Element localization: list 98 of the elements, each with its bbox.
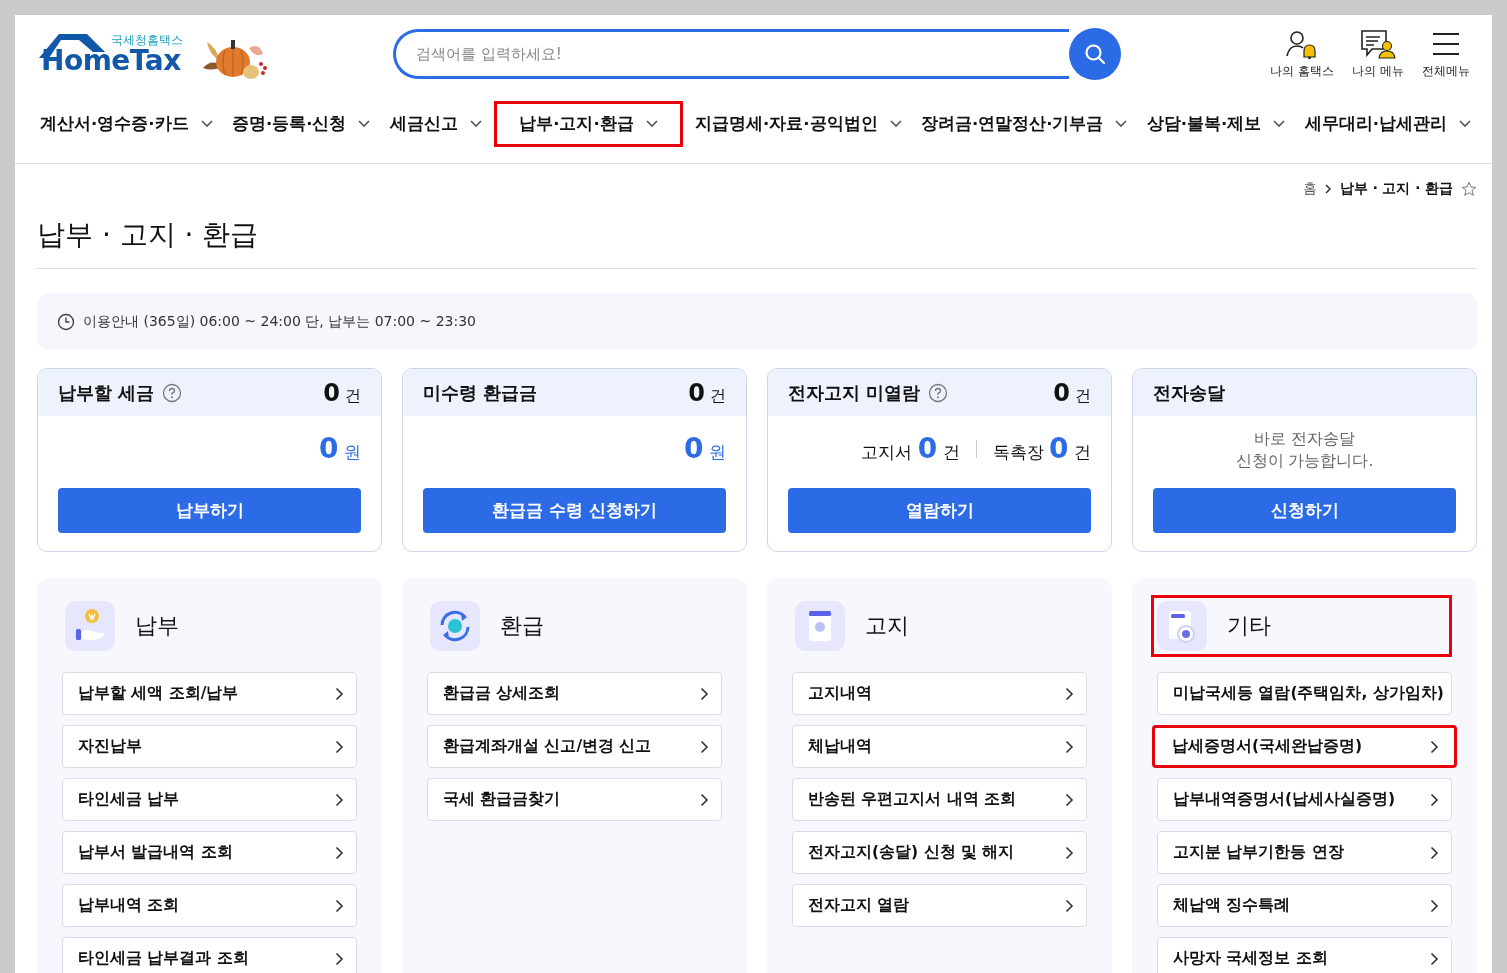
menu-link[interactable]: 미납국세등 열람(주택임차, 상가임차) [1157, 672, 1452, 715]
chevron-down-icon [358, 120, 371, 128]
chevron-right-icon [700, 792, 709, 807]
breadcrumb-link[interactable]: 납부 · 고지 · 환급 [1339, 180, 1453, 198]
chevron-right-icon [700, 739, 709, 754]
chevron-right-icon [335, 739, 344, 754]
document-user-icon [1360, 28, 1397, 59]
menu-link[interactable]: 납세증명서(국세완납증명) [1152, 725, 1457, 768]
nav-menu-item[interactable]: 납부·고지·환급 [494, 101, 683, 147]
count-value: 독촉장 0 건 [992, 432, 1091, 465]
card-title: 전자송달 [1153, 380, 1225, 405]
chevron-right-icon [1430, 792, 1439, 807]
nav-menu-item[interactable]: 장려금·연말정산·기부금 [913, 101, 1135, 147]
refund-cycle-icon [430, 601, 480, 651]
action-button[interactable]: 신청하기 [1153, 488, 1456, 533]
logo-subtitle: 국세청홈택스 [111, 32, 183, 49]
nav-menu-item[interactable]: 계산서·영수증·카드 [33, 101, 220, 147]
panel-title: 환급 [500, 612, 544, 640]
menu-link[interactable]: 타인세금 납부결과 조회 [62, 937, 357, 973]
chevron-down-icon [200, 120, 213, 128]
help-icon[interactable] [162, 382, 183, 403]
nav-menu-item[interactable]: 세금신고 [382, 101, 489, 147]
panel-title: 납부 [135, 612, 179, 640]
menu-link[interactable]: 환급금 상세조회 [427, 672, 722, 715]
chevron-right-icon [335, 792, 344, 807]
chevron-right-icon [1430, 951, 1439, 966]
chevron-right-icon [335, 686, 344, 701]
chevron-right-icon [1430, 898, 1439, 913]
search-button[interactable] [1069, 28, 1121, 80]
panel-title: 고지 [865, 612, 909, 640]
menu-link[interactable]: 사망자 국세정보 조회 [1157, 937, 1452, 973]
count-value: 0 건 [688, 378, 726, 407]
hometax-logo[interactable]: 국세청홈택스 HomeTax [37, 30, 187, 78]
chevron-down-icon [1458, 120, 1471, 128]
panel-title: 기타 [1227, 612, 1271, 640]
menu-link[interactable]: 환급계좌개설 신고/변경 신고 [427, 725, 722, 768]
chevron-right-icon [1065, 845, 1074, 860]
notice-text: 이용안내 (365일) 06:00 ~ 24:00 단, 납부는 07:00 ~ 23:30 [83, 312, 476, 331]
amount-value: 0 원 [319, 432, 361, 465]
chevron-right-icon [1065, 792, 1074, 807]
menu-link[interactable]: 전자고지 열람 [792, 884, 1087, 927]
menu-link[interactable]: 고지분 납부기한등 연장 [1157, 831, 1452, 874]
coin-hand-icon [65, 601, 115, 651]
logo-wordmark: HomeTax [41, 47, 181, 75]
chevron-right-icon [1430, 739, 1439, 754]
nav-menu-item[interactable]: 세무대리·납세관리 [1297, 101, 1478, 147]
menu-link[interactable]: 타인세금 납부 [62, 778, 357, 821]
bill-icon [795, 601, 845, 651]
chevron-down-icon [1273, 120, 1286, 128]
menu-link[interactable]: 체납액 징수특례 [1157, 884, 1452, 927]
action-button[interactable]: 열람하기 [788, 488, 1091, 533]
search-field[interactable]: 검색어를 입력하세요! [393, 29, 1069, 79]
card-title: 납부할 세금 [58, 380, 155, 405]
menu-link[interactable]: 고지내역 [792, 672, 1087, 715]
action-button[interactable]: 납부하기 [58, 488, 361, 533]
clock-icon [57, 312, 75, 331]
amount-value: 0 원 [684, 432, 726, 465]
menu-link[interactable]: 국세 환급금찾기 [427, 778, 722, 821]
chevron-down-icon [469, 120, 482, 128]
chevron-down-icon [889, 120, 902, 128]
page-title: 납부 · 고지 · 환급 [37, 216, 1477, 269]
menu-link[interactable]: 체납내역 [792, 725, 1087, 768]
menu-link[interactable]: 납부내역 조회 [62, 884, 357, 927]
search-icon [1083, 42, 1107, 66]
utility-link[interactable]: 나의 메뉴 [1352, 28, 1404, 80]
chevron-down-icon [645, 120, 658, 128]
count-value: 0 건 [1053, 378, 1091, 407]
utility-link[interactable]: 전체메뉴 [1422, 28, 1470, 80]
card-message: 바로 전자송달 신청이 가능합니다. [1234, 429, 1375, 473]
nav-menu-item[interactable]: 증명·등록·신청 [224, 101, 378, 147]
action-button[interactable]: 환급금 수령 신청하기 [423, 488, 726, 533]
nav-menu-item[interactable]: 상담·불복·제보 [1139, 101, 1293, 147]
menu-link[interactable]: 반송된 우편고지서 내역 조회 [792, 778, 1087, 821]
chevron-right-icon [1065, 739, 1074, 754]
chevron-right-icon [335, 898, 344, 913]
menu-link[interactable]: 납부할 세액 조회/납부 [62, 672, 357, 715]
utility-link[interactable]: 나의 홈택스 [1270, 28, 1335, 80]
chevron-right-icon [1065, 686, 1074, 701]
menu-link[interactable]: 납부서 발급내역 조회 [62, 831, 357, 874]
chevron-right-icon [335, 845, 344, 860]
menu-link[interactable]: 전자고지(송달) 신청 및 해지 [792, 831, 1087, 874]
count-value: 고지서 0 건 [861, 432, 960, 465]
chevron-right-icon [1324, 184, 1332, 194]
breadcrumb-link[interactable]: 홈 [1302, 180, 1317, 198]
document-coin-icon [1157, 601, 1207, 651]
count-value: 0 건 [323, 378, 361, 407]
chevron-right-icon [1065, 898, 1074, 913]
card-title: 미수령 환급금 [423, 380, 538, 405]
help-icon[interactable] [928, 382, 949, 403]
chevron-right-icon [335, 951, 344, 966]
menu-link[interactable]: 자진납부 [62, 725, 357, 768]
star-icon[interactable] [1461, 181, 1477, 197]
card-title: 전자고지 미열람 [788, 380, 921, 405]
chevron-down-icon [1115, 120, 1128, 128]
nav-menu-item[interactable]: 지급명세·자료·공익법인 [688, 101, 909, 147]
chevron-right-icon [700, 686, 709, 701]
menu-link[interactable]: 납부내역증명서(납세사실증명) [1157, 778, 1452, 821]
chevron-right-icon [1430, 845, 1439, 860]
